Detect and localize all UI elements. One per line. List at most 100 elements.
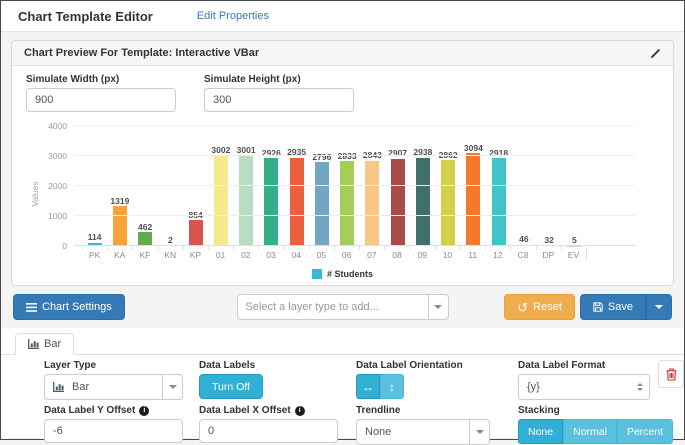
add-layer-select[interactable]: Select a layer type to add... (237, 294, 449, 320)
bar-11[interactable] (466, 153, 480, 246)
bar-09[interactable] (416, 158, 430, 246)
y-axis-title: Values (30, 181, 40, 206)
orientation-group: ↔↕ (356, 374, 404, 399)
x-offset-input[interactable] (199, 419, 338, 443)
legend[interactable]: # Students (26, 269, 659, 279)
delete-layer-button[interactable] (658, 360, 684, 388)
bar-03[interactable] (264, 158, 278, 246)
data-labels-label: Data Labels (199, 360, 356, 371)
x-tick-label: 08 (384, 246, 409, 260)
x-tick-label: 09 (410, 246, 435, 260)
bar-slot: 2938 (410, 126, 435, 246)
format-label: Data Label Format (518, 360, 658, 371)
save-split-button: Save (580, 294, 672, 320)
bar-08[interactable] (391, 159, 405, 246)
bar-slot: 5 (562, 126, 587, 246)
bar-12[interactable] (492, 158, 506, 246)
orientation-horizontal-button[interactable]: ↔ (356, 374, 380, 399)
simulate-width-input[interactable] (26, 88, 176, 112)
bar-slot: 46 (511, 126, 536, 246)
layer-fields: Layer Type Bar Data Labels Turn Off Data… (1, 355, 684, 445)
simulate-width-label: Simulate Width (px) (26, 74, 176, 85)
y-tick-label: 3000 (48, 151, 67, 161)
bar-06[interactable] (340, 161, 354, 246)
trendline-select[interactable]: None (356, 419, 490, 445)
x-tick-label: KA (107, 246, 132, 260)
nav-edit-properties[interactable]: Edit Properties (197, 10, 269, 22)
save-icon (593, 302, 603, 312)
top-header: Chart Template Editor Edit Properties (1, 1, 684, 32)
plot-area: 1141319462285430023001292629352796283328… (74, 126, 635, 246)
bars-row: 1141319462285430023001292629352796283328… (82, 126, 587, 246)
gridline (74, 215, 635, 216)
y-tick-label: 1000 (48, 211, 67, 221)
bar-KP[interactable] (189, 220, 203, 246)
y-offset-input[interactable] (44, 419, 183, 443)
layer-type-value: Bar (64, 381, 162, 393)
bar-value-label: 3001 (237, 146, 256, 155)
x-tick-label: EV (561, 246, 587, 260)
panel-body: Simulate Width (px) Simulate Height (px)… (12, 66, 673, 285)
bar-value-label: 46 (519, 235, 528, 244)
edit-pencil-icon[interactable] (650, 48, 661, 59)
layer-editor-panel: Bar Layer Type Bar Data Labels Turn Off … (1, 328, 684, 438)
orientation-vertical-button[interactable]: ↕ (380, 374, 404, 399)
bar-slot: 3001 (234, 126, 259, 246)
chart-settings-button[interactable]: Chart Settings (13, 294, 125, 320)
stacking-none-button[interactable]: None (518, 419, 563, 444)
bar-slot: 2907 (385, 126, 410, 246)
bar-04[interactable] (290, 158, 304, 246)
tab-bar-label: Bar (44, 338, 61, 350)
bar-KF[interactable] (138, 232, 152, 246)
x-tick-label: 07 (359, 246, 384, 260)
chevron-down-icon (469, 420, 489, 444)
tab-bar-layer[interactable]: Bar (15, 333, 74, 355)
data-labels-toggle-button[interactable]: Turn Off (199, 374, 263, 399)
bar-05[interactable] (315, 162, 329, 246)
bar-slot: 2918 (486, 126, 511, 246)
bar-slot: 2833 (335, 126, 360, 246)
layer-tabs: Bar (1, 328, 684, 355)
gridline (74, 155, 635, 156)
bar-slot: 1319 (107, 126, 132, 246)
x-tick-label: 11 (460, 246, 485, 260)
save-button[interactable]: Save (580, 294, 646, 320)
x-tick-label: 04 (284, 246, 309, 260)
reset-icon: ↺ (517, 301, 528, 314)
legend-label: # Students (327, 269, 373, 279)
stacking-group: NoneNormalPercent (518, 419, 673, 444)
y-tick-label: 4000 (48, 121, 67, 131)
bar-slot: 3094 (461, 126, 486, 246)
simulate-height-label: Simulate Height (px) (204, 74, 354, 85)
page-title: Chart Template Editor (18, 9, 153, 24)
format-combobox[interactable]: {y} (518, 374, 650, 400)
y-offset-label: Data Label Y Offset (44, 405, 135, 416)
bar-02[interactable] (239, 156, 253, 246)
bar-07[interactable] (365, 161, 379, 246)
bar-value-label: 1319 (110, 197, 129, 206)
bar-KA[interactable] (113, 206, 127, 246)
reset-button[interactable]: ↺ Reset (504, 294, 575, 320)
bar-value-label: 114 (88, 233, 102, 242)
bar-slot: 2935 (284, 126, 309, 246)
x-tick-label: 02 (233, 246, 258, 260)
x-tick-label: 03 (258, 246, 283, 260)
bar-slot: 32 (537, 126, 562, 246)
layer-type-select[interactable]: Bar (44, 374, 183, 400)
x-tick-label: 12 (485, 246, 510, 260)
save-dropdown-toggle[interactable] (646, 294, 672, 320)
bar-value-label: 2796 (312, 153, 331, 162)
y-tick-label: 2000 (48, 181, 67, 191)
bar-slot: 2 (158, 126, 183, 246)
stacking-normal-button[interactable]: Normal (563, 419, 617, 444)
y-tick-label: 0 (62, 241, 67, 251)
bar-chart: Values 114131946228543002300129262935279… (26, 126, 659, 279)
bar-value-label: 3002 (211, 146, 230, 155)
bar-chart-icon (28, 339, 39, 349)
bar-slot: 114 (82, 126, 107, 246)
bar-chart-icon (53, 382, 64, 392)
simulate-height-input[interactable] (204, 88, 354, 112)
bar-10[interactable] (441, 160, 455, 246)
x-offset-label: Data Label X Offset (199, 405, 291, 416)
bar-01[interactable] (214, 156, 228, 246)
